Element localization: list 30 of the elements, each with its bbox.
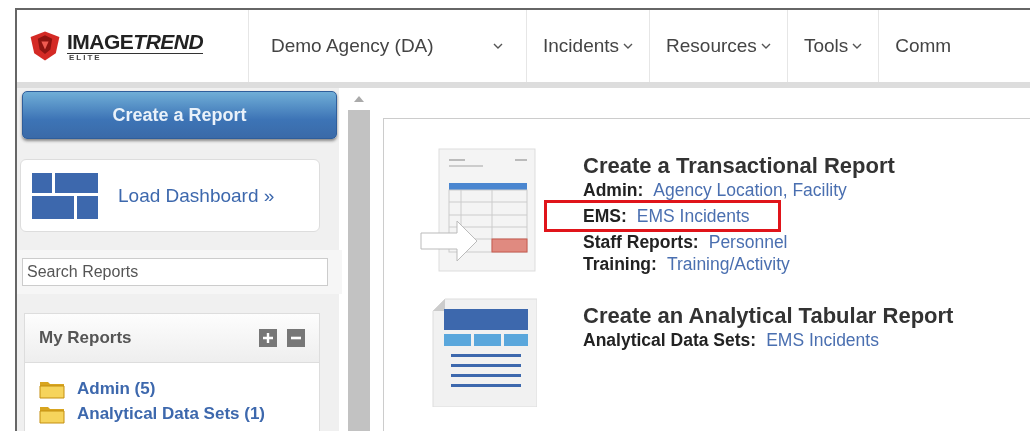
chevron-icon [623, 43, 634, 49]
category-label: Staff Reports: [583, 231, 699, 253]
report-link[interactable]: Personnel [708, 231, 788, 253]
folder-link[interactable]: Analytical Data Sets (1) [77, 404, 265, 424]
section-title: Create a Transactional Report [583, 153, 895, 179]
folder-link[interactable]: Admin (5) [77, 379, 156, 399]
report-link[interactable]: EMS Incidents [766, 329, 879, 351]
logo-wordmark: IMAGETREND [67, 30, 204, 54]
logo-tagline: ELITE [68, 53, 103, 62]
create-report-button[interactable]: Create a Report [22, 91, 337, 139]
category-label: Training: [583, 253, 657, 275]
folder-icon [39, 404, 65, 424]
report-link[interactable]: Agency Location, Facility [653, 179, 847, 201]
search-field[interactable]: Search Reports [22, 258, 328, 286]
category-label: Analytical Data Sets: [583, 329, 757, 351]
chevron-icon [760, 43, 771, 49]
chevron-icon [852, 43, 863, 49]
collapse-all-button[interactable] [287, 329, 305, 347]
report-link[interactable]: Training/Activity [666, 253, 790, 275]
scroll-up-icon [354, 96, 364, 102]
category-label: Admin: [583, 179, 644, 201]
report-link[interactable]: EMS Incidents [636, 205, 750, 227]
chevron-icon [492, 43, 504, 49]
load-dashboard-link[interactable]: Load Dashboard » [118, 184, 275, 207]
folder-icon [39, 379, 65, 399]
section-title: Create an Analytical Tabular Report [583, 303, 954, 329]
dashboard-icon [32, 172, 98, 219]
category-label: EMS: [583, 205, 627, 227]
expand-all-button[interactable] [259, 329, 277, 347]
panel-title: My Reports [39, 328, 133, 348]
